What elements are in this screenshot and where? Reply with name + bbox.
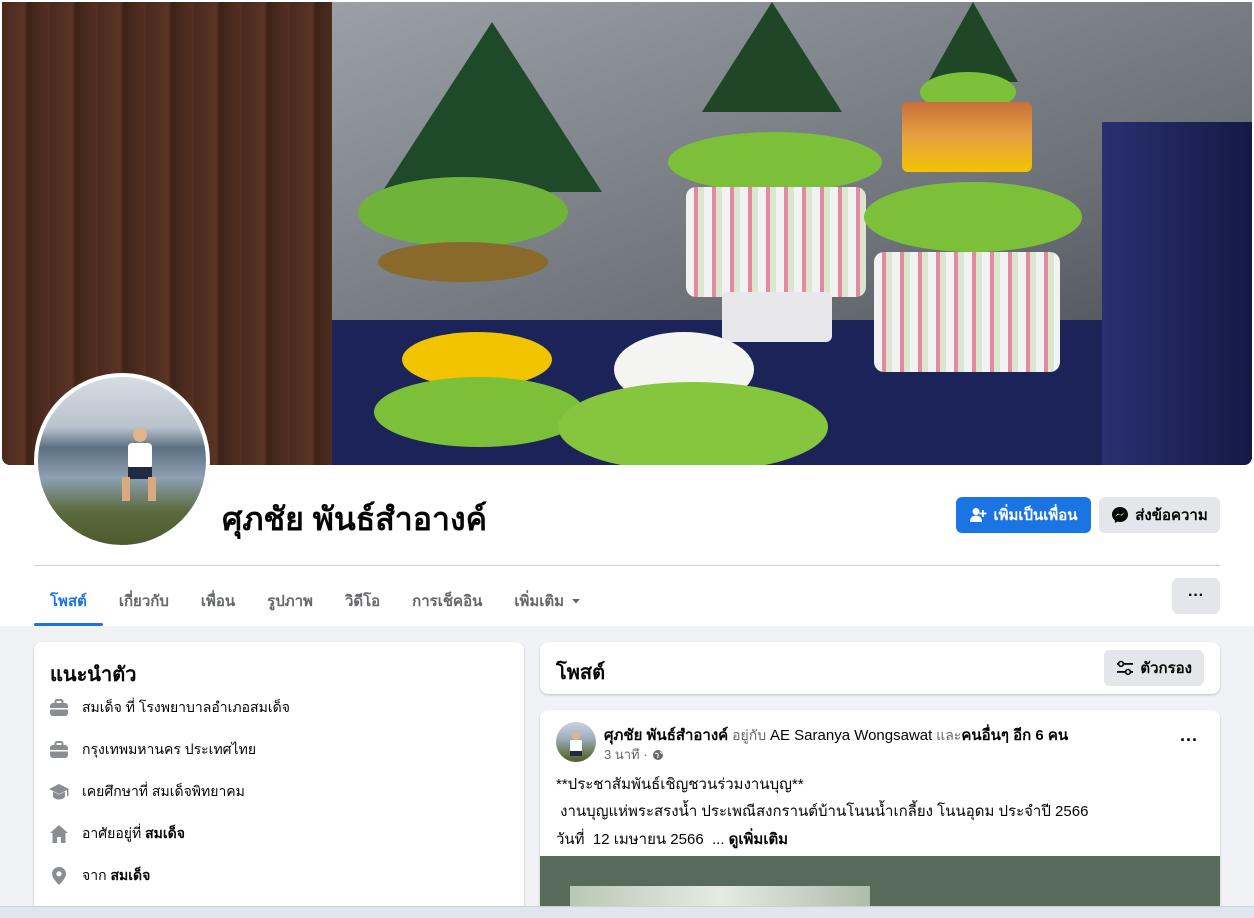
add-friend-button[interactable]: เพิ่มเป็นเพื่อน xyxy=(956,497,1091,533)
more-dots-icon: ··· xyxy=(1180,730,1198,750)
post-text-line-2: งานบุญแห่พระสรงน้ำ ประเพณีสงกรานต์บ้านโน… xyxy=(556,803,1089,820)
intro-item-work: สมเด็จ ที่ โรงพยาบาลอำเภอสมเด็จ xyxy=(48,697,290,719)
post-image[interactable] xyxy=(540,856,1220,912)
post-timestamp[interactable]: 3 นาที · xyxy=(604,744,648,765)
tab-about[interactable]: เกี่ยวกับ xyxy=(103,576,185,626)
intro-item-education: เคยศึกษาที่ สมเด็จพิทยาคม xyxy=(48,781,245,803)
post-tagged-others[interactable]: คนอื่นๆ อีก 6 คน xyxy=(961,727,1068,744)
briefcase-icon xyxy=(48,739,70,761)
post-text-line-3: วันที่ 12 เมษายน 2566 ... ดูเพิ่มเติม xyxy=(556,831,789,848)
see-more-link[interactable]: ดูเพิ่มเติม xyxy=(729,831,788,848)
os-taskbar xyxy=(0,906,1254,918)
post-tagged-name[interactable]: AE Saranya Wongsawat xyxy=(770,727,932,744)
tab-more[interactable]: เพิ่มเติม xyxy=(498,576,598,626)
cover-photo[interactable] xyxy=(2,2,1252,465)
posts-header-card: โพสต์ ตัวกรอง xyxy=(540,642,1220,694)
post-card: ศุภชัย พันธ์สำอางค์ อยู่กับ AE Saranya W… xyxy=(540,710,1220,912)
post-text-line-1: **ประชาสัมพันธ์เชิญชวนร่วมงานบุญ** xyxy=(556,776,804,793)
briefcase-icon xyxy=(48,697,70,719)
add-friend-icon xyxy=(970,508,987,522)
tab-videos[interactable]: วิดีโอ xyxy=(329,576,396,626)
profile-more-options-button[interactable]: ··· xyxy=(1172,578,1220,614)
intro-title: แนะนำตัว xyxy=(50,664,137,686)
intro-card: แนะนำตัว สมเด็จ ที่ โรงพยาบาลอำเภอสมเด็จ… xyxy=(34,642,524,912)
add-friend-label: เพิ่มเป็นเพื่อน xyxy=(993,507,1078,524)
filter-button[interactable]: ตัวกรอง xyxy=(1104,650,1204,686)
more-dots-icon: ··· xyxy=(1188,587,1204,604)
tab-posts[interactable]: โพสต์ xyxy=(34,576,103,626)
tab-friends[interactable]: เพื่อน xyxy=(185,576,251,626)
filter-sliders-icon xyxy=(1117,660,1134,676)
post-header-text: ศุภชัย พันธ์สำอางค์ อยู่กับ AE Saranya W… xyxy=(604,727,1069,744)
tab-photos[interactable]: รูปภาพ xyxy=(251,576,329,626)
posts-title: โพสต์ xyxy=(556,662,606,684)
graduation-cap-icon xyxy=(48,781,70,803)
filter-label: ตัวกรอง xyxy=(1140,660,1192,677)
intro-item-work-location: กรุงเทพมหานคร ประเทศไทย xyxy=(48,739,256,761)
profile-tabs: โพสต์ เกี่ยวกับ เพื่อน รูปภาพ วิดีโอ การ… xyxy=(34,576,598,626)
post-author-avatar[interactable] xyxy=(556,722,596,762)
post-options-button[interactable]: ··· xyxy=(1180,730,1198,751)
profile-person-image xyxy=(122,428,156,501)
intro-item-from: จาก สมเด็จ xyxy=(48,865,150,887)
message-label: ส่งข้อความ xyxy=(1135,507,1208,524)
post-author-name[interactable]: ศุภชัย พันธ์สำอางค์ xyxy=(604,727,728,744)
profile-name: ศุภชัย พันธ์สำอางค์ xyxy=(222,501,487,537)
caret-down-icon xyxy=(572,599,581,604)
home-icon xyxy=(48,823,70,845)
tab-checkins[interactable]: การเช็คอิน xyxy=(396,576,498,626)
profile-avatar[interactable] xyxy=(34,373,210,549)
location-pin-icon xyxy=(48,865,70,887)
message-button[interactable]: ส่งข้อความ xyxy=(1099,497,1220,533)
post-meta: 3 นาที · xyxy=(604,744,664,765)
intro-item-lives-in: อาศัยอยู่ที่ สมเด็จ xyxy=(48,823,185,845)
globe-icon xyxy=(652,749,663,760)
header-divider xyxy=(34,565,1220,566)
messenger-icon xyxy=(1112,507,1129,523)
